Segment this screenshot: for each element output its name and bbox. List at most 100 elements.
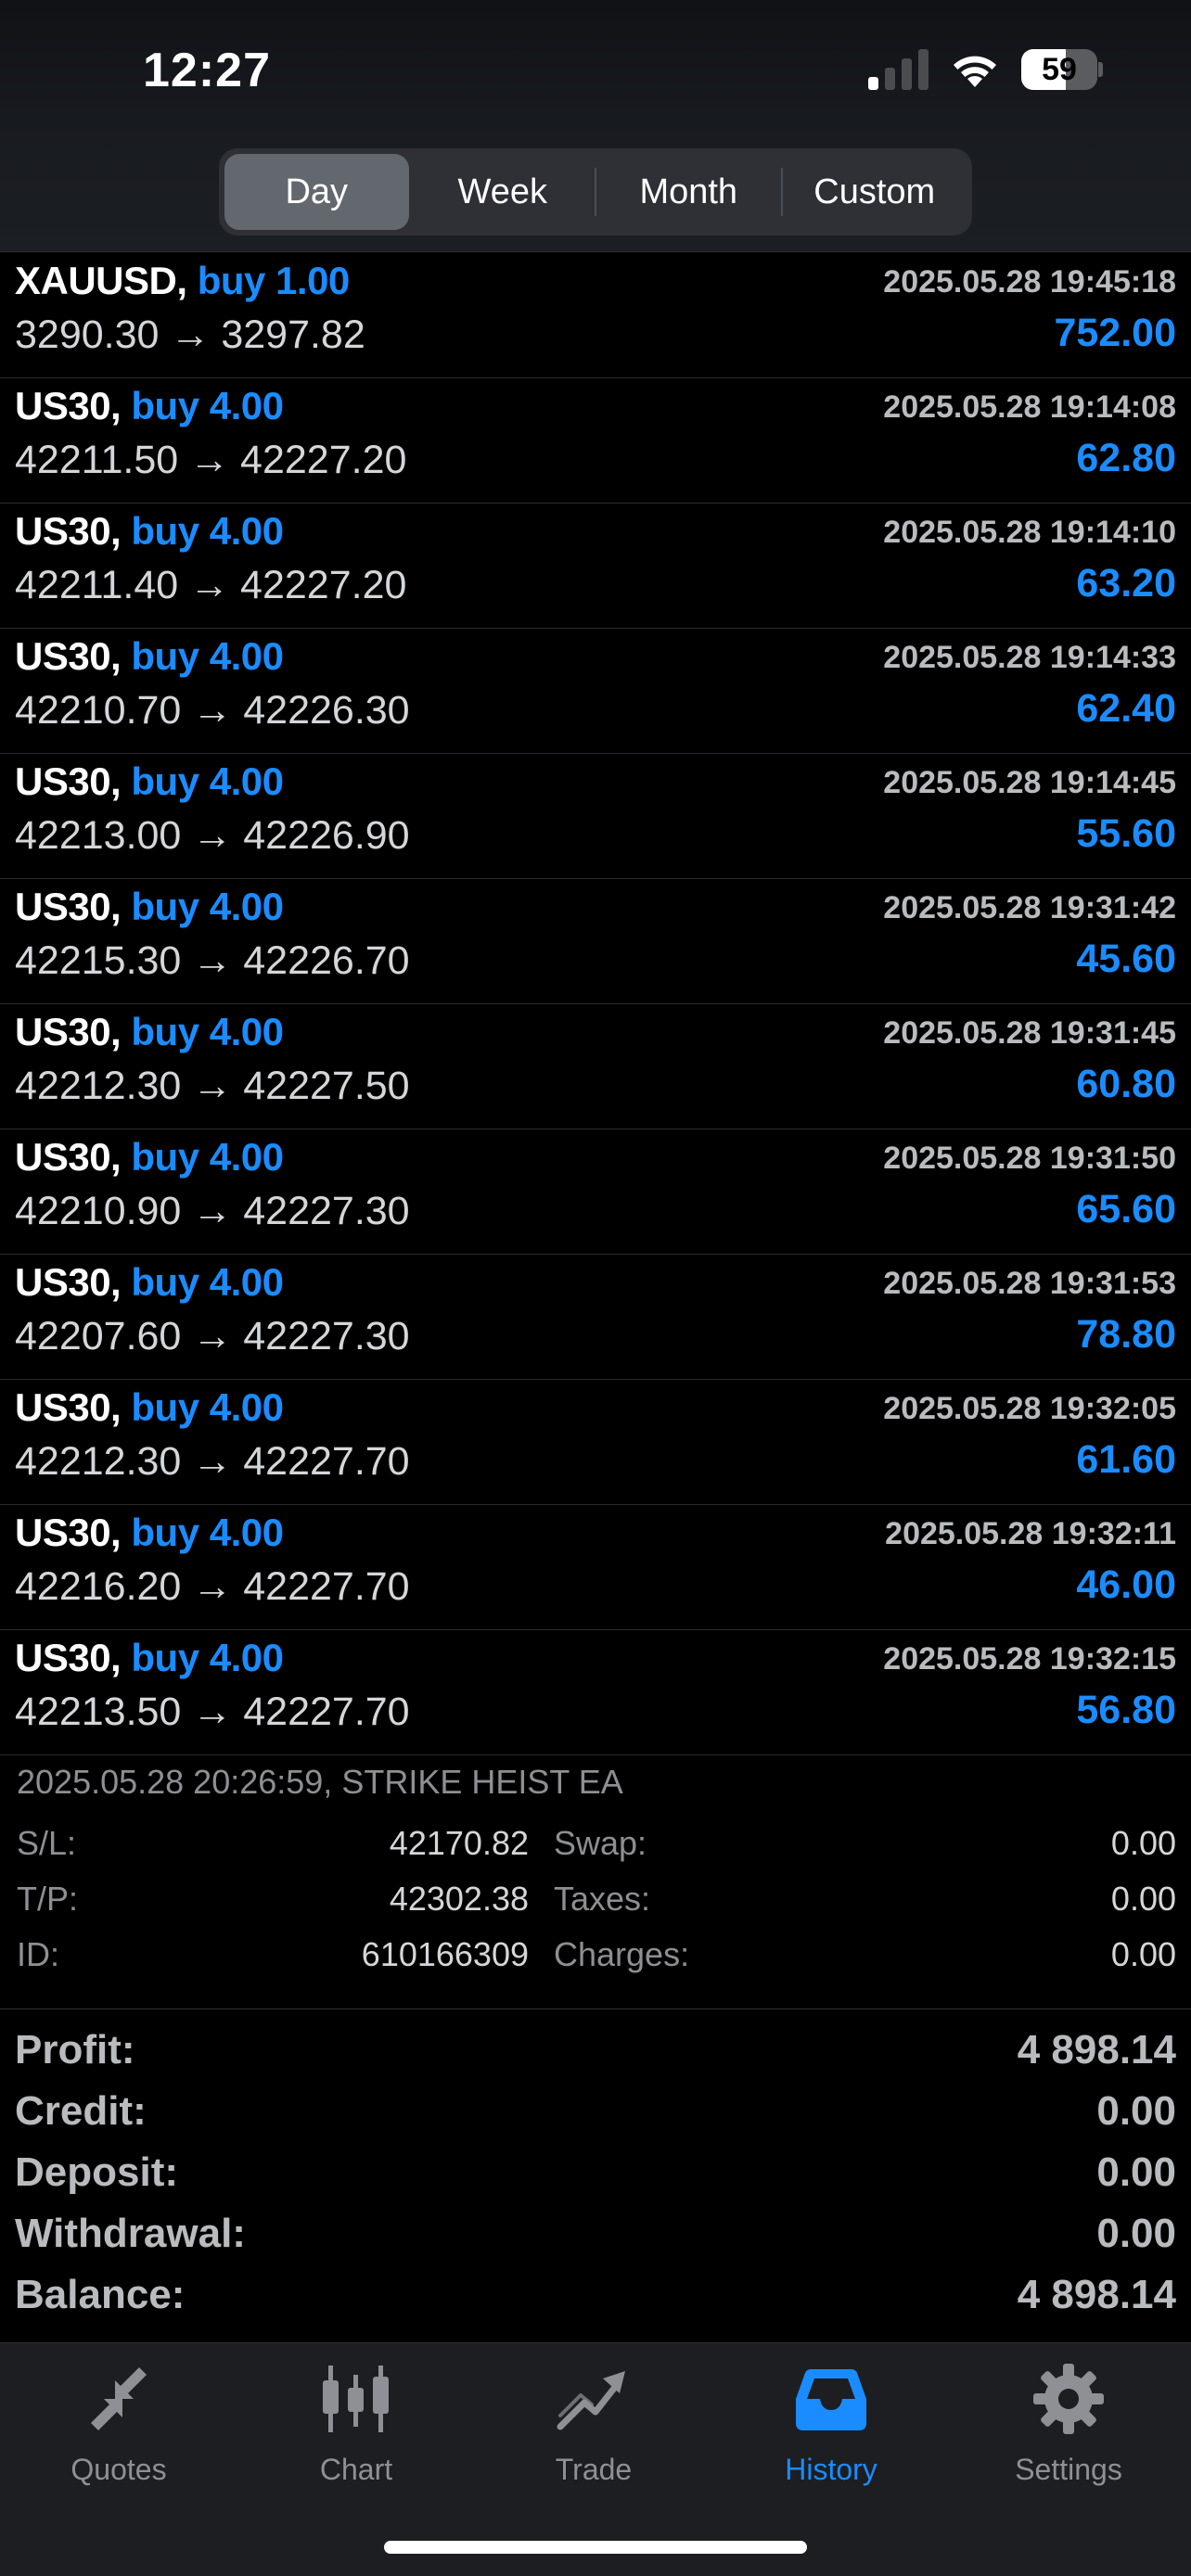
home-indicator[interactable]: [384, 2541, 807, 2554]
summary-profit: Profit: 4 898.14: [0, 2020, 1191, 2081]
deal-profit: 62.80: [1076, 436, 1176, 480]
tab-history[interactable]: History: [712, 2360, 950, 2508]
deal-prices: 42210.90 → 42227.30: [15, 1189, 410, 1233]
tab-chart[interactable]: Chart: [237, 2360, 475, 2508]
deal-title: US30, buy 4.00: [15, 759, 284, 804]
deal-row[interactable]: US30, buy 4.00 2025.05.28 19:14:10 42211…: [0, 504, 1191, 629]
deal-symbol: US30,: [15, 384, 122, 427]
charges-value: 0.00: [1110, 1935, 1176, 1973]
status-time: 12:27: [143, 44, 271, 97]
inbox-tray-icon: [796, 2369, 866, 2430]
deal-row[interactable]: US30, buy 4.00 2025.05.28 19:31:50 42210…: [0, 1129, 1191, 1255]
deal-profit: 752.00: [1054, 311, 1176, 355]
deal-side-volume: buy 4.00: [131, 1260, 284, 1304]
deal-prices: 42213.50 → 42227.70: [15, 1690, 410, 1734]
deal-time: 2025.05.28 19:31:50: [883, 1141, 1176, 1176]
deal-symbol: US30,: [15, 1135, 122, 1179]
deal-profit: 65.60: [1076, 1187, 1176, 1231]
tp-value: 42302.38: [389, 1880, 529, 1918]
sl-label: S/L:: [17, 1824, 77, 1862]
tab-quotes[interactable]: Quotes: [0, 2360, 237, 2508]
deal-side-volume: buy 4.00: [131, 1135, 284, 1179]
deal-profit: 45.60: [1076, 937, 1176, 981]
deal-symbol: XAUUSD,: [15, 259, 187, 302]
period-tab-month[interactable]: Month: [596, 154, 781, 230]
deal-symbol: US30,: [15, 634, 122, 678]
deal-side-volume: buy 1.00: [197, 259, 351, 302]
summary-deposit: Deposit: 0.00: [0, 2142, 1191, 2203]
deal-row[interactable]: US30, buy 4.00 2025.05.28 19:31:53 42207…: [0, 1255, 1191, 1380]
period-tab-day[interactable]: Day: [224, 154, 409, 230]
deal-symbol: US30,: [15, 1511, 122, 1554]
deal-prices: 42211.50 → 42227.20: [15, 438, 407, 482]
deal-row[interactable]: US30, buy 4.00 2025.05.28 19:31:42 42215…: [0, 879, 1191, 1004]
summary-deposit-value: 0.00: [1096, 2149, 1176, 2195]
gear-icon: [1033, 2364, 1104, 2434]
cellular-signal-icon: [868, 49, 928, 90]
deal-side-volume: buy 4.00: [131, 1511, 284, 1554]
deal-title: US30, buy 4.00: [15, 885, 284, 929]
status-icons: 59: [868, 46, 1103, 93]
deal-time: 2025.05.28 19:32:05: [883, 1391, 1176, 1426]
deal-prices: 42212.30 → 42227.50: [15, 1064, 410, 1108]
deal-time: 2025.05.28 19:31:45: [883, 1015, 1176, 1051]
deal-symbol: US30,: [15, 1385, 122, 1429]
deal-row[interactable]: US30, buy 4.00 2025.05.28 19:14:45 42213…: [0, 754, 1191, 879]
candlestick-icon: [323, 2366, 389, 2432]
deal-side-volume: buy 4.00: [131, 634, 284, 678]
deal-row[interactable]: US30, buy 4.00 2025.05.28 19:14:33 42210…: [0, 629, 1191, 754]
deal-title: XAUUSD, buy 1.00: [15, 259, 350, 303]
deal-prices: 42210.70 → 42226.30: [15, 688, 410, 733]
deal-title: US30, buy 4.00: [15, 1135, 284, 1180]
battery-icon: 59: [1021, 49, 1103, 90]
deal-prices: 42215.30 → 42226.70: [15, 938, 410, 983]
deal-row[interactable]: US30, buy 4.00 2025.05.28 19:31:45 42212…: [0, 1004, 1191, 1129]
detail-row-sl-swap: S/L: 42170.82 Swap: 0.00: [0, 1824, 1191, 1880]
deal-time: 2025.05.28 19:14:08: [883, 389, 1176, 425]
detail-row-id-charges: ID: 610166309 Charges: 0.00: [0, 1935, 1191, 1991]
tab-settings-label: Settings: [1015, 2453, 1122, 2486]
quotes-arrows-icon: [91, 2367, 147, 2430]
deal-row[interactable]: US30, buy 4.00 2025.05.28 19:32:11 42216…: [0, 1505, 1191, 1630]
deal-profit: 61.60: [1076, 1437, 1176, 1482]
deal-symbol: US30,: [15, 759, 122, 803]
tab-trade-label: Trade: [555, 2453, 633, 2486]
summary-profit-label: Profit:: [15, 2027, 135, 2072]
summary-credit: Credit: 0.00: [0, 2081, 1191, 2142]
tab-settings[interactable]: Settings: [950, 2360, 1187, 2508]
tp-label: T/P:: [17, 1880, 79, 1918]
summary-withdrawal-value: 0.00: [1096, 2211, 1176, 2256]
period-segmented-control: Day Week Month Custom: [219, 148, 972, 236]
deal-time: 2025.05.28 19:45:18: [883, 264, 1176, 300]
deal-row[interactable]: US30, buy 4.00 2025.05.28 19:14:08 42211…: [0, 378, 1191, 504]
deal-symbol: US30,: [15, 885, 122, 928]
deal-title: US30, buy 4.00: [15, 1260, 284, 1305]
deal-details[interactable]: 2025.05.28 20:26:59, STRIKE HEIST EA S/L…: [0, 1755, 1191, 2009]
deal-side-volume: buy 4.00: [131, 1010, 284, 1053]
deal-profit: 62.40: [1076, 686, 1176, 731]
deal-row[interactable]: US30, buy 4.00 2025.05.28 19:32:05 42212…: [0, 1380, 1191, 1505]
deal-time: 2025.05.28 19:31:53: [883, 1266, 1176, 1301]
deal-title: US30, buy 4.00: [15, 1010, 284, 1054]
deal-title: US30, buy 4.00: [15, 1511, 284, 1555]
trade-trend-icon: [557, 2371, 625, 2430]
deal-prices: 42213.00 → 42226.90: [15, 813, 410, 858]
sl-value: 42170.82: [389, 1824, 529, 1862]
tab-trade[interactable]: Trade: [475, 2360, 712, 2508]
deal-prices: 42216.20 → 42227.70: [15, 1564, 410, 1609]
id-label: ID:: [17, 1935, 60, 1973]
period-tab-week[interactable]: Week: [411, 154, 596, 230]
swap-value: 0.00: [1110, 1824, 1176, 1862]
deal-time: 2025.05.28 19:14:45: [883, 765, 1176, 800]
summary-profit-value: 4 898.14: [1017, 2027, 1176, 2072]
deal-row[interactable]: XAUUSD, buy 1.00 2025.05.28 19:45:18 329…: [0, 253, 1191, 378]
period-tab-custom[interactable]: Custom: [783, 154, 967, 230]
deal-title: US30, buy 4.00: [15, 1636, 284, 1680]
deal-symbol: US30,: [15, 1260, 122, 1304]
deal-profit: 56.80: [1076, 1688, 1176, 1732]
deal-symbol: US30,: [15, 1636, 122, 1679]
deal-prices: 42211.40 → 42227.20: [15, 563, 407, 607]
deal-row[interactable]: US30, buy 4.00 2025.05.28 19:32:15 42213…: [0, 1630, 1191, 1755]
tab-history-label: History: [785, 2453, 877, 2486]
deal-list: XAUUSD, buy 1.00 2025.05.28 19:45:18 329…: [0, 253, 1191, 1755]
